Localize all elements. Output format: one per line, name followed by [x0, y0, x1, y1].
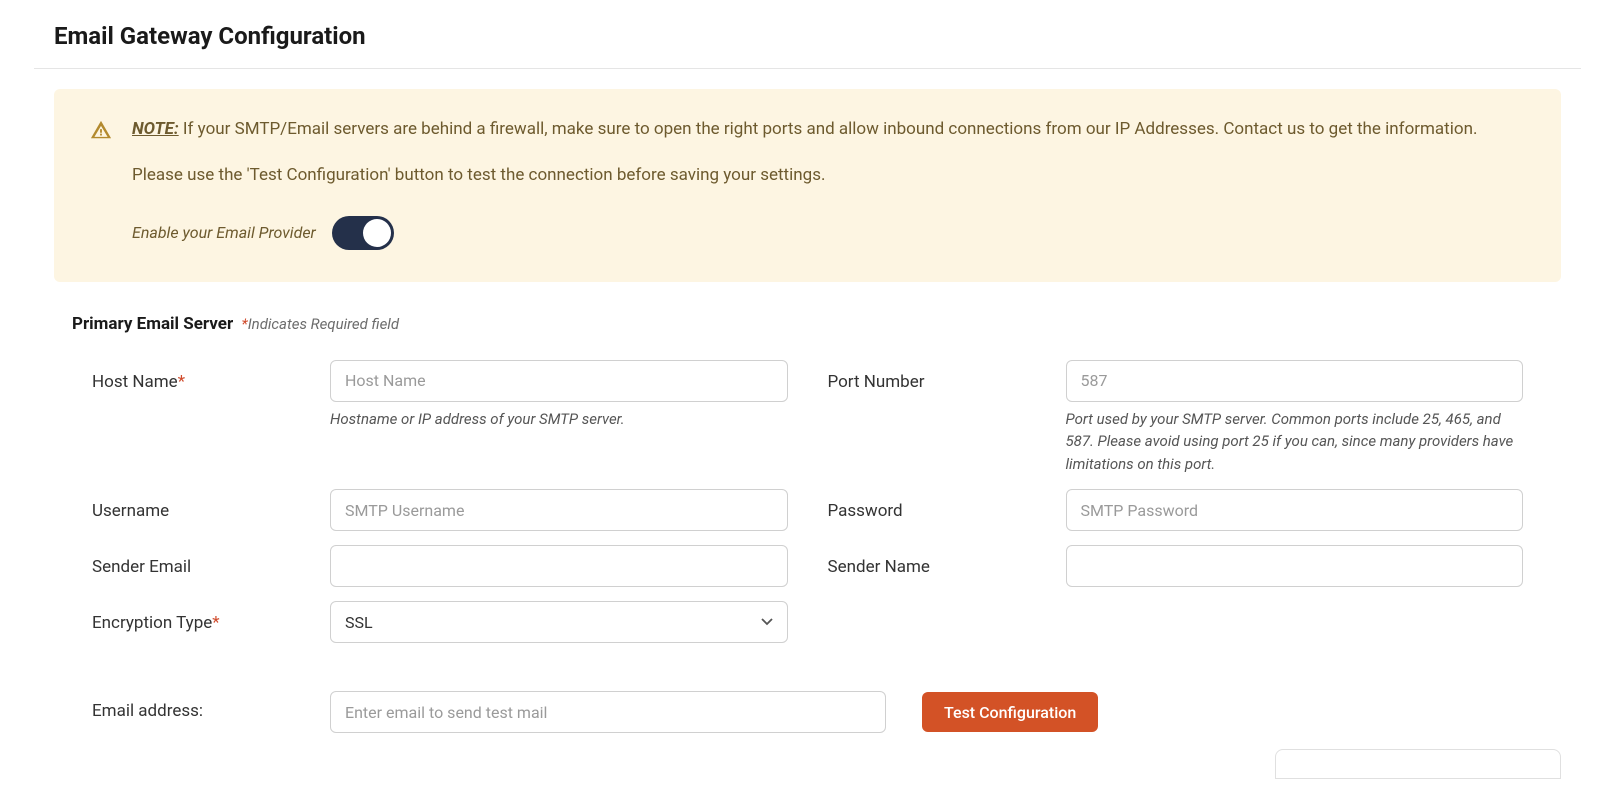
required-note: *Indicates Required field	[241, 315, 399, 333]
password-input[interactable]	[1066, 489, 1524, 531]
test-email-label: Email address:	[92, 699, 330, 725]
hostname-label: Host Name*	[92, 360, 330, 396]
encryption-label: Encryption Type*	[92, 601, 330, 637]
page-title: Email Gateway Configuration	[34, 0, 1581, 69]
hostname-helper: Hostname or IP address of your SMTP serv…	[330, 408, 788, 431]
sender-email-label: Sender Email	[92, 545, 330, 581]
username-label: Username	[92, 489, 330, 525]
encryption-select[interactable]: SSL	[330, 601, 788, 643]
sender-email-input[interactable]	[330, 545, 788, 587]
sender-name-input[interactable]	[1066, 545, 1524, 587]
sender-name-label: Sender Name	[828, 545, 1066, 581]
form-area: Host Name* Hostname or IP address of you…	[34, 360, 1581, 734]
warning-icon	[90, 117, 112, 250]
test-email-input[interactable]	[330, 691, 886, 733]
enable-provider-label: Enable your Email Provider	[132, 221, 316, 245]
password-label: Password	[828, 489, 1066, 525]
note-label: NOTE:	[132, 119, 179, 139]
test-configuration-button[interactable]: Test Configuration	[922, 692, 1098, 732]
port-label: Port Number	[828, 360, 1066, 396]
section-heading: Primary Email Server *Indicates Required…	[72, 312, 1581, 338]
note-paragraph-2: Please use the 'Test Configuration' butt…	[132, 163, 1525, 189]
note-text-1: If your SMTP/Email servers are behind a …	[179, 119, 1478, 139]
note-paragraph-1: NOTE: If your SMTP/Email servers are beh…	[132, 117, 1525, 143]
note-box: NOTE: If your SMTP/Email servers are beh…	[54, 89, 1561, 282]
floating-card	[1275, 749, 1561, 779]
section-title: Primary Email Server	[72, 314, 233, 334]
note-content: NOTE: If your SMTP/Email servers are beh…	[132, 117, 1525, 250]
enable-provider-toggle[interactable]	[332, 216, 394, 250]
port-helper: Port used by your SMTP server. Common po…	[1066, 408, 1524, 476]
port-input[interactable]	[1066, 360, 1524, 402]
hostname-input[interactable]	[330, 360, 788, 402]
username-input[interactable]	[330, 489, 788, 531]
enable-provider-row: Enable your Email Provider	[132, 216, 1525, 250]
